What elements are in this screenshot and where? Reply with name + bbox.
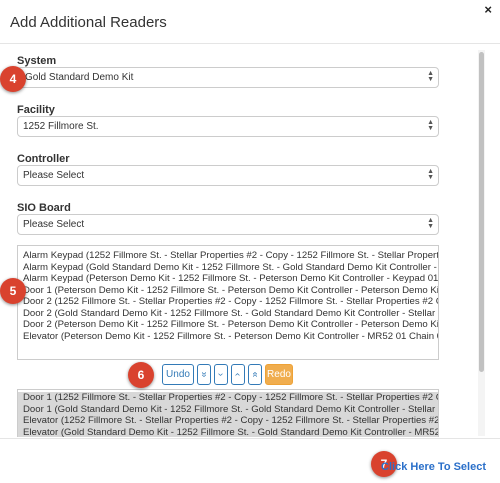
facility-label: Facility: [17, 104, 55, 116]
sio-board-label: SIO Board: [17, 202, 71, 214]
system-select[interactable]: Gold Standard Demo Kit ▲ ▼: [17, 67, 439, 88]
list-item[interactable]: Door 2 (Gold Standard Demo Kit - 1252 Fi…: [18, 308, 438, 320]
available-readers-list[interactable]: Alarm Keypad (1252 Fillmore St. - Stella…: [17, 245, 439, 360]
redo-button[interactable]: Redo: [265, 364, 293, 385]
sio-board-select[interactable]: Please Select ▲ ▼: [17, 214, 439, 235]
dialog-title: Add Additional Readers: [10, 14, 167, 31]
select-arrows-icon: ▲ ▼: [427, 70, 434, 83]
list-item[interactable]: Door 2 (1252 Fillmore St. - Stellar Prop…: [18, 296, 438, 308]
list-item[interactable]: Door 1 (Gold Standard Demo Kit - 1252 Fi…: [18, 403, 438, 415]
select-arrows-icon: ▲ ▼: [427, 217, 434, 230]
select-arrows-icon: ▲ ▼: [427, 119, 434, 132]
list-item[interactable]: Elevator (Peterson Demo Kit - 1252 Fillm…: [18, 331, 438, 343]
dialog-scrollbar-thumb[interactable]: [479, 52, 484, 372]
facility-select-value: 1252 Fillmore St.: [23, 121, 99, 132]
list-item[interactable]: Door 1 (Peterson Demo Kit - 1252 Fillmor…: [18, 285, 438, 297]
move-down-icon[interactable]: ›: [214, 364, 228, 385]
step-badge-5: 5: [0, 278, 26, 304]
controller-select[interactable]: Please Select ▲ ▼: [17, 165, 439, 186]
dialog-footer: Click Here To Select: [0, 438, 500, 483]
selected-readers-list[interactable]: Door 1 (1252 Fillmore St. - Stellar Prop…: [17, 389, 439, 437]
facility-select[interactable]: 1252 Fillmore St. ▲ ▼: [17, 116, 439, 137]
move-all-down-icon[interactable]: »: [197, 364, 211, 385]
dialog-header: Add Additional Readers ×: [0, 0, 500, 44]
list-item[interactable]: Alarm Keypad (1252 Fillmore St. - Stella…: [18, 250, 438, 262]
list-item[interactable]: Door 2 (Peterson Demo Kit - 1252 Fillmor…: [18, 319, 438, 331]
select-arrows-icon: ▲ ▼: [427, 168, 434, 181]
close-icon[interactable]: ×: [484, 2, 492, 17]
system-select-value: Gold Standard Demo Kit: [25, 72, 134, 83]
list-item[interactable]: Elevator (Gold Standard Demo Kit - 1252 …: [18, 426, 438, 437]
move-all-up-icon[interactable]: «: [248, 364, 262, 385]
list-item[interactable]: Elevator (1252 Fillmore St. - Stellar Pr…: [18, 415, 438, 427]
step-badge-6: 6: [128, 362, 154, 388]
controller-label: Controller: [17, 153, 70, 165]
system-label: System: [17, 55, 57, 67]
select-link[interactable]: Click Here To Select: [381, 461, 486, 473]
move-up-icon[interactable]: ‹: [231, 364, 245, 385]
list-item[interactable]: Alarm Keypad (Peterson Demo Kit - 1252 F…: [18, 273, 438, 285]
list-item[interactable]: Alarm Keypad (Gold Standard Demo Kit - 1…: [18, 262, 438, 274]
step-badge-4: 4: [0, 66, 26, 92]
controller-select-value: Please Select: [23, 170, 85, 181]
undo-button[interactable]: Undo: [162, 364, 194, 385]
list-item[interactable]: Door 1 (1252 Fillmore St. - Stellar Prop…: [18, 392, 438, 404]
dialog-body: System Gold Standard Demo Kit ▲ ▼ Facilit…: [0, 45, 500, 437]
sio-board-select-value: Please Select: [23, 219, 85, 230]
